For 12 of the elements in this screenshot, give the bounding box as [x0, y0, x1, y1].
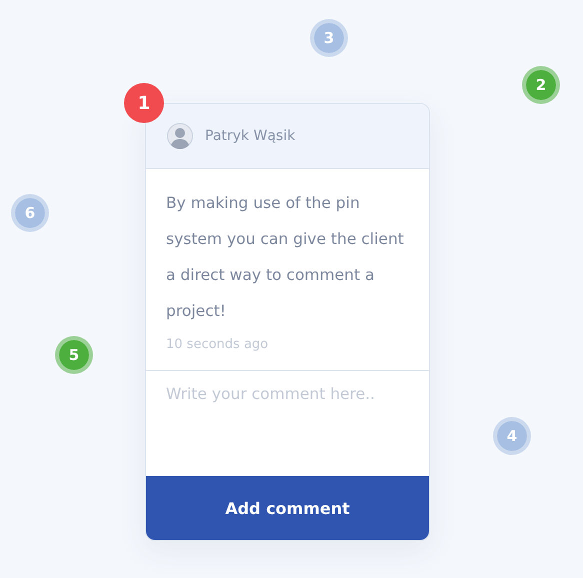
pin-marker[interactable]: 1 [124, 83, 164, 123]
pin-marker[interactable]: 3 [310, 19, 348, 57]
author-name: Patryk Wąsik [205, 128, 296, 144]
add-comment-button[interactable]: Add comment [146, 476, 429, 540]
comment-time: 10 seconds ago [166, 337, 270, 352]
pin-marker[interactable]: 2 [522, 66, 560, 104]
pin-marker[interactable]: 5 [55, 336, 93, 374]
avatar-icon [167, 123, 193, 149]
pin-marker[interactable]: 6 [11, 194, 49, 232]
pin-marker[interactable]: 4 [493, 417, 531, 455]
comment-text: By making use of the pin system you can give the client a direct way to comment a project! [166, 193, 405, 322]
comment-input[interactable]: Write your comment here.. [146, 371, 429, 476]
